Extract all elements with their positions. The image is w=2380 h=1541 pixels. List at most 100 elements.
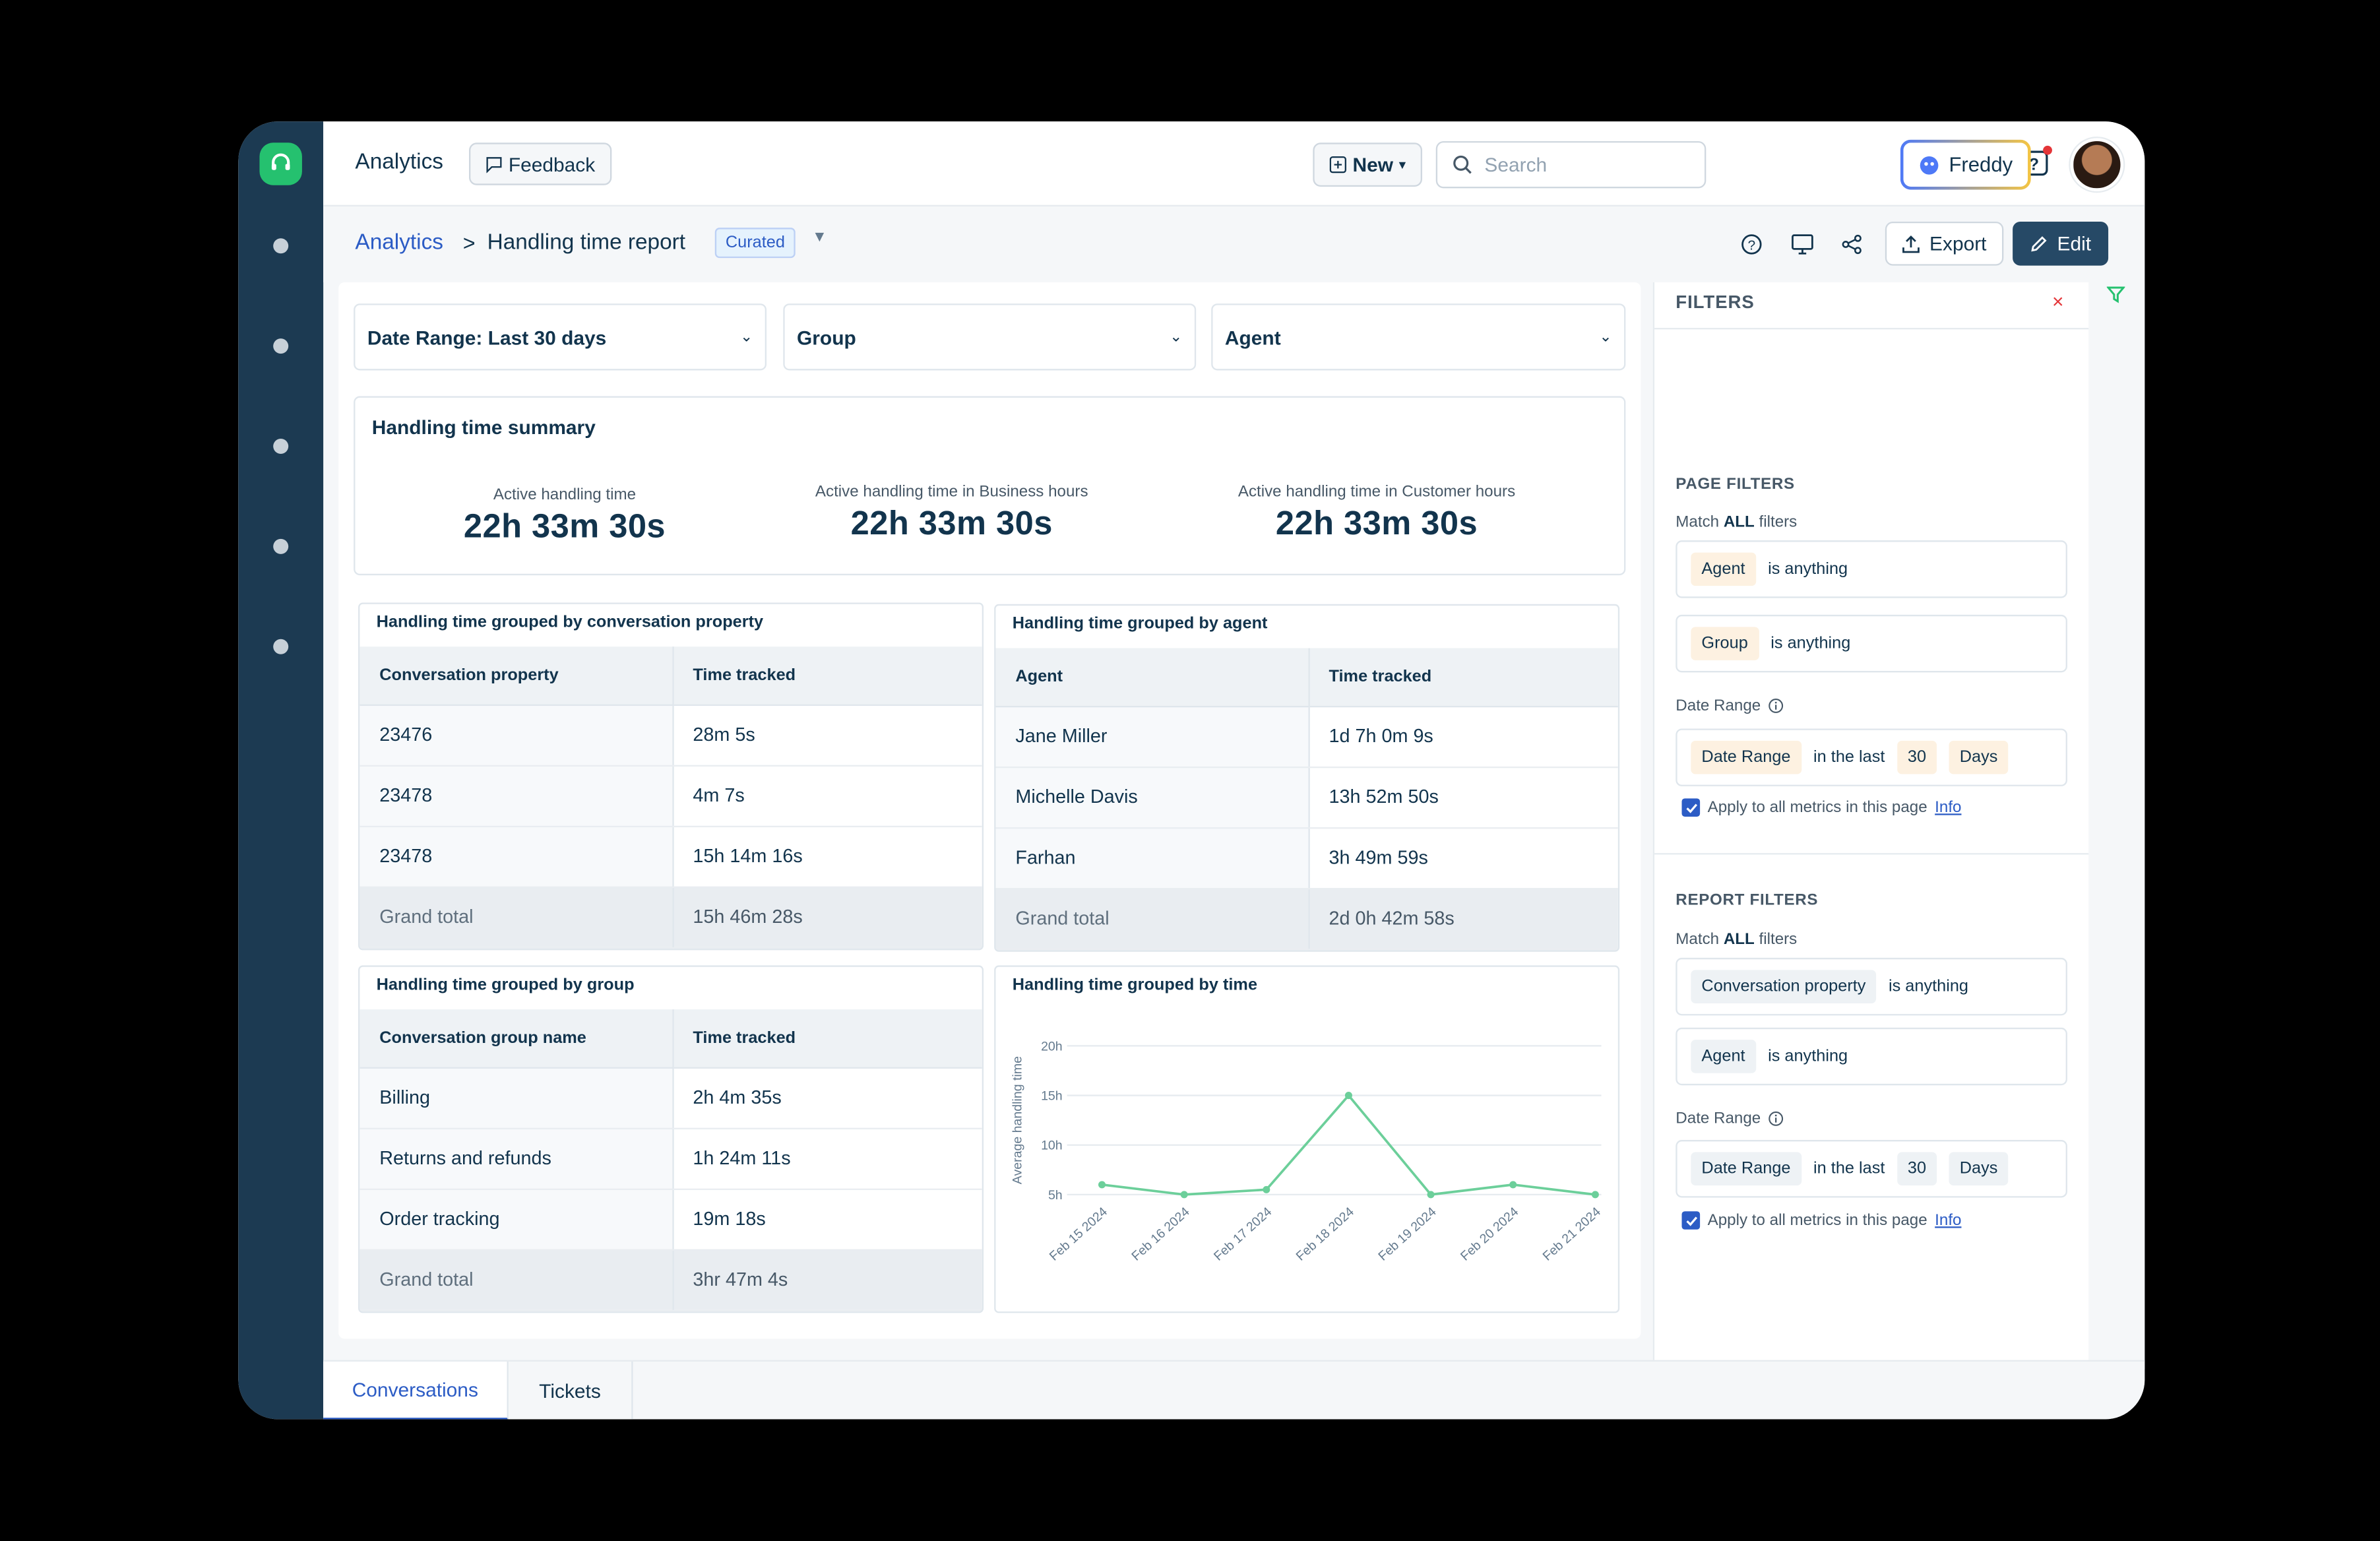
- page-filter-group[interactable]: Group is anything: [1675, 614, 2067, 673]
- table-cell: Michelle Davis: [995, 767, 1309, 829]
- breadcrumb-separator: >: [462, 230, 476, 255]
- sidebar-item-3[interactable]: [273, 438, 289, 454]
- match-prefix: Match: [1675, 513, 1720, 532]
- table-row: Billing 2h 4m 35s: [360, 1067, 982, 1129]
- date-unit-chip[interactable]: Days: [1949, 1152, 2009, 1186]
- report-apply-all-checkbox[interactable]: Apply to all metrics in this page Info: [1681, 1211, 1961, 1230]
- filter-operator: is anything: [1770, 634, 1851, 653]
- sidebar-item-5[interactable]: [273, 639, 289, 654]
- help-badge: [2043, 145, 2052, 155]
- column-header[interactable]: Conversation property: [360, 646, 673, 705]
- tab-conversations[interactable]: Conversations: [323, 1361, 509, 1420]
- table-cell: Billing: [360, 1067, 673, 1129]
- column-header[interactable]: Time tracked: [1308, 648, 1618, 707]
- info-link[interactable]: Info: [1935, 798, 1961, 817]
- y-tick-label: 15h: [1041, 1088, 1063, 1103]
- x-tick-label: Feb 17 2024: [1211, 1205, 1274, 1264]
- help-circle-button[interactable]: ?: [1735, 228, 1769, 261]
- app-window: Analytics Feedback New ▾ ? Freddy: [238, 121, 2145, 1420]
- page-filter-agent[interactable]: Agent is anything: [1675, 540, 2067, 598]
- sidebar-item-1[interactable]: [273, 238, 289, 254]
- plus-square-icon: [1329, 156, 1347, 173]
- sidebar-item-4[interactable]: [273, 538, 289, 554]
- headset-logo-icon[interactable]: [259, 142, 302, 185]
- table-cell: 2h 4m 35s: [672, 1067, 982, 1129]
- info-icon[interactable]: [1769, 698, 1784, 713]
- report-filters-heading: REPORT FILTERS: [1675, 891, 1819, 910]
- column-header[interactable]: Agent: [995, 648, 1309, 707]
- present-button[interactable]: [1785, 228, 1819, 261]
- report-filter-agent[interactable]: Agent is anything: [1675, 1027, 2067, 1086]
- report-panel: Date Range: Last 30 days ⌄ Group ⌄ Agent…: [338, 282, 1641, 1339]
- tab-tickets[interactable]: Tickets: [508, 1361, 633, 1420]
- share-button[interactable]: [1835, 228, 1869, 261]
- table-cell: Farhan: [995, 827, 1309, 889]
- info-link[interactable]: Info: [1935, 1211, 1961, 1230]
- table-cell: 15h 46m 28s: [672, 886, 982, 948]
- page-filters-heading-label: PAGE FILTERS: [1675, 475, 1795, 493]
- x-tick-label: Feb 18 2024: [1294, 1205, 1357, 1264]
- column-header[interactable]: Time tracked: [672, 646, 982, 705]
- data-point: [1180, 1191, 1188, 1199]
- search-input[interactable]: [1484, 153, 1682, 176]
- data-point: [1509, 1181, 1517, 1189]
- filter-field-chip: Agent: [1691, 1040, 1756, 1073]
- table-row: 23478 4m 7s: [360, 765, 982, 827]
- page-title: Handling time report: [487, 230, 686, 255]
- freddy-button[interactable]: Freddy: [1900, 140, 2031, 190]
- table-cell: Grand total: [360, 1249, 673, 1311]
- filter-operator: in the last: [1813, 748, 1885, 767]
- breadcrumb-analytics-link[interactable]: Analytics: [355, 231, 443, 255]
- agent-dropdown[interactable]: Agent ⌄: [1211, 303, 1626, 371]
- metric-customer-hours: Active handling time in Customer hours 2…: [1179, 483, 1574, 544]
- report-filter-conversation-property[interactable]: Conversation property is anything: [1675, 957, 2067, 1016]
- pencil-icon: [2031, 236, 2048, 251]
- new-button[interactable]: New ▾: [1313, 142, 1423, 187]
- table-row: Returns and refunds 1h 24m 11s: [360, 1127, 982, 1189]
- monitor-icon: [1790, 234, 1813, 255]
- table-cell: 1h 24m 11s: [672, 1127, 982, 1189]
- edit-button[interactable]: Edit: [2013, 221, 2109, 266]
- chevron-down-icon: ⌄: [1599, 329, 1612, 346]
- close-icon[interactable]: ×: [2052, 290, 2063, 313]
- agent-value: Agent: [1224, 325, 1281, 349]
- chevron-down-icon: ⌄: [739, 329, 753, 346]
- right-toolbar: [2088, 282, 2145, 1369]
- agent-table: Agent Time tracked Jane Miller 1d 7h 0m …: [995, 648, 1618, 950]
- search-box[interactable]: [1435, 141, 1707, 189]
- info-icon[interactable]: [1769, 1111, 1784, 1126]
- avatar[interactable]: [2070, 138, 2124, 191]
- data-point: [1591, 1191, 1599, 1199]
- handling-time-line-chart: Average handling time 5h 10h 15h 20h Feb 15 2…: [1011, 1039, 1604, 1264]
- date-range-dropdown[interactable]: Date Range: Last 30 days ⌄: [354, 303, 767, 371]
- report-date-range-label: Date Range: [1675, 1110, 1784, 1128]
- export-button[interactable]: Export: [1885, 221, 2004, 266]
- column-header[interactable]: Time tracked: [672, 1009, 982, 1068]
- apply-label: Apply to all metrics in this page: [1707, 1211, 1927, 1230]
- search-icon: [1453, 155, 1472, 174]
- sidebar-item-2[interactable]: [273, 338, 289, 354]
- page-date-range-label: Date Range: [1675, 697, 1784, 715]
- filter-funnel-icon[interactable]: [2106, 286, 2125, 304]
- table-cell: 3h 49m 59s: [1308, 827, 1618, 889]
- table-row: 23478 15h 14m 16s: [360, 825, 982, 887]
- caret-down-icon[interactable]: ▼: [812, 229, 827, 245]
- x-tick-label: Feb 19 2024: [1375, 1205, 1439, 1264]
- column-header[interactable]: Conversation group name: [360, 1009, 673, 1068]
- checkbox-checked-icon[interactable]: [1681, 798, 1701, 817]
- page-filter-date-range[interactable]: Date Range in the last 30 Days: [1675, 728, 2067, 786]
- data-point: [1098, 1181, 1106, 1189]
- metric-value: 22h 33m 30s: [850, 503, 1053, 542]
- chat-icon: [486, 156, 502, 173]
- match-bold: ALL: [1723, 513, 1755, 532]
- checkbox-checked-icon[interactable]: [1681, 1211, 1701, 1230]
- page-apply-all-checkbox[interactable]: Apply to all metrics in this page Info: [1681, 798, 1961, 817]
- group-dropdown[interactable]: Group ⌄: [783, 303, 1197, 371]
- date-unit-chip[interactable]: Days: [1949, 740, 2009, 774]
- card-title: Handling time grouped by conversation pr…: [376, 613, 764, 632]
- feedback-button[interactable]: Feedback: [469, 142, 612, 185]
- table-cell: 1d 7h 0m 9s: [1308, 705, 1618, 768]
- date-value-chip[interactable]: 30: [1896, 1152, 1937, 1186]
- report-filter-date-range[interactable]: Date Range in the last 30 Days: [1675, 1140, 2067, 1198]
- date-value-chip[interactable]: 30: [1896, 740, 1937, 774]
